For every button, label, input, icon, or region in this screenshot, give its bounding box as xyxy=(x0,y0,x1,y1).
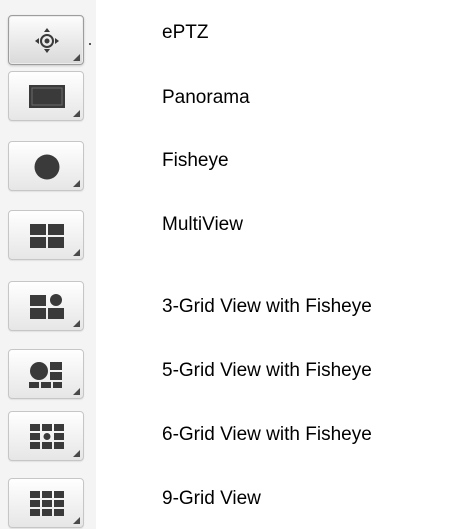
view-mode-row-grid-6-fisheye: 6-Grid View with Fisheye xyxy=(0,384,458,461)
dropdown-corner-icon xyxy=(73,180,80,187)
multiview-view-button[interactable] xyxy=(8,210,84,260)
view-mode-row-fisheye: Fisheye xyxy=(0,128,458,192)
view-mode-row-grid-5-fisheye: 5-Grid View with Fisheye xyxy=(0,320,458,399)
grid-9-view-button[interactable] xyxy=(8,478,84,528)
view-mode-row-grid-3-fisheye: 3-Grid View with Fisheye xyxy=(0,256,458,331)
focus-indicator-dot xyxy=(89,43,91,45)
eptz-view-button[interactable] xyxy=(8,15,84,65)
view-mode-row-multiview: MultiView xyxy=(0,192,458,260)
view-mode-label-eptz: ePTZ xyxy=(162,22,209,43)
dropdown-corner-icon xyxy=(73,517,80,524)
view-mode-label-panorama: Panorama xyxy=(162,87,250,108)
dropdown-corner-icon xyxy=(73,110,80,117)
view-mode-label-grid-5-fisheye: 5-Grid View with Fisheye xyxy=(162,360,372,381)
view-mode-label-grid-9: 9-Grid View xyxy=(162,488,261,509)
view-mode-label-multiview: MultiView xyxy=(162,214,243,235)
view-mode-row-eptz: ePTZ xyxy=(0,0,458,65)
dropdown-corner-icon xyxy=(73,54,80,61)
view-mode-label-grid-6-fisheye: 6-Grid View with Fisheye xyxy=(162,424,372,445)
view-mode-label-fisheye: Fisheye xyxy=(162,150,229,171)
panorama-view-button[interactable] xyxy=(8,71,84,121)
dropdown-corner-icon xyxy=(73,249,80,256)
view-mode-row-grid-9: 9-Grid View xyxy=(0,448,458,528)
view-mode-label-grid-3-fisheye: 3-Grid View with Fisheye xyxy=(162,296,372,317)
view-mode-row-panorama: Panorama xyxy=(0,64,458,128)
fisheye-view-button[interactable] xyxy=(8,141,84,191)
